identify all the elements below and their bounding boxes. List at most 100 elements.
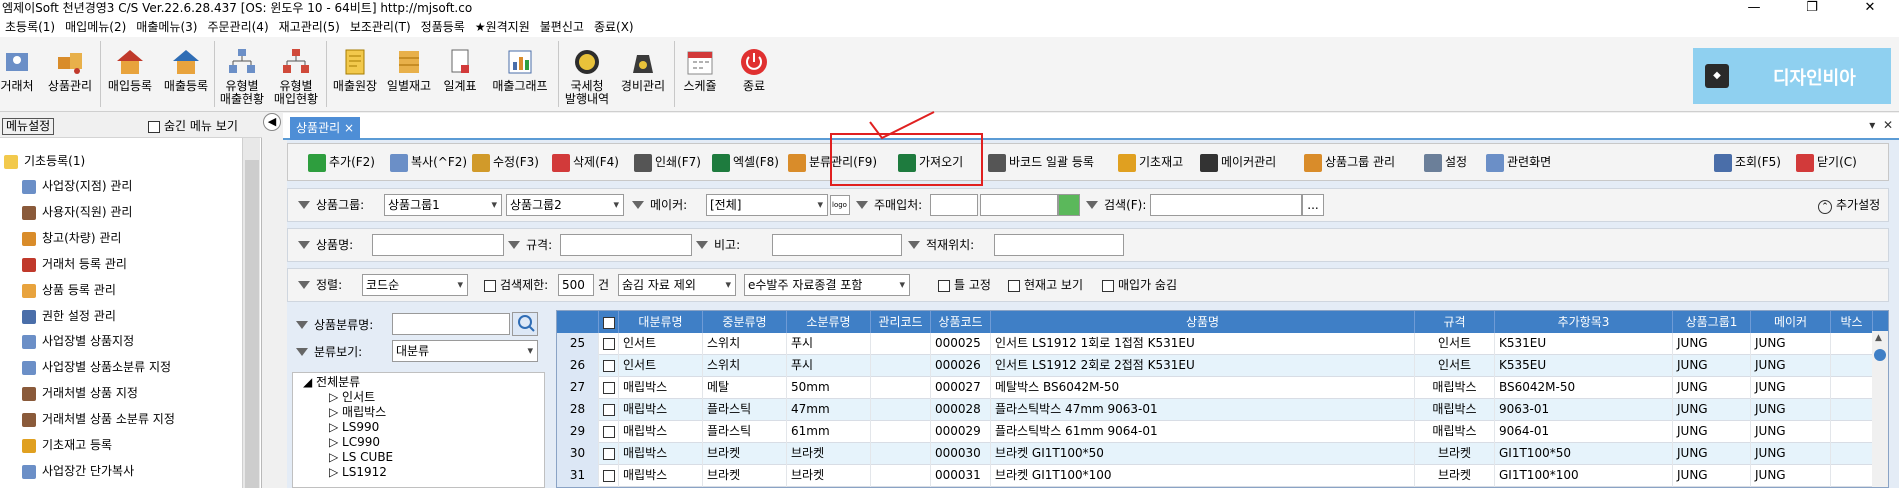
- menu-item-warehouse[interactable]: 창고(차량) 관리: [22, 228, 121, 248]
- price-hide-checkbox[interactable]: [1102, 279, 1114, 292]
- collapse-panel-icon[interactable]: ◀: [263, 113, 281, 131]
- vendor-lookup-button[interactable]: [1058, 194, 1080, 216]
- main-vendor-code-input[interactable]: [930, 194, 978, 216]
- tree-node[interactable]: ▷ LS1912: [329, 465, 387, 479]
- table-row[interactable]: 30 매립박스 브라켓 브라켓 000030 브라켓 GI1T100*50 브라켓 GI1T1…: [557, 443, 1888, 465]
- table-row[interactable]: 27 매립박스 메탈 50mm 000027 메탈박스 BS6042M-50 매립박스 BS6…: [557, 377, 1888, 399]
- menu-order[interactable]: 주문관리(4): [202, 18, 273, 37]
- menu-purchase[interactable]: 매입메뉴(2): [60, 18, 131, 37]
- row-checkbox[interactable]: [603, 359, 615, 372]
- tree-node[interactable]: ▷ LC990: [329, 435, 380, 449]
- menu-item-trader-product[interactable]: 거래처별 상품 지정: [22, 383, 138, 403]
- ribbon-tax-button[interactable]: 국세청 발행내역: [562, 47, 612, 106]
- header-group1[interactable]: 상품그룹1: [1673, 311, 1751, 333]
- tree-node[interactable]: ▷ 매립박스: [329, 405, 386, 419]
- grid-scrollbar[interactable]: ▲: [1872, 331, 1888, 487]
- menu-license[interactable]: 정품등록: [416, 18, 470, 37]
- header-product-code[interactable]: 상품코드: [931, 311, 991, 333]
- menu-item-product[interactable]: 상품 등록 관리: [22, 280, 116, 300]
- minimize-button[interactable]: —: [1725, 0, 1783, 18]
- ribbon-sales-button[interactable]: 매출등록: [160, 47, 212, 93]
- maker-select[interactable]: [전체]: [706, 194, 828, 216]
- search-browse-button[interactable]: ...: [1302, 194, 1324, 216]
- scroll-thumb[interactable]: [1874, 349, 1886, 361]
- menu-sales[interactable]: 매출메뉴(3): [131, 18, 202, 37]
- main-vendor-name-input[interactable]: [980, 194, 1058, 216]
- tab-close-all-icon[interactable]: ✕: [1883, 118, 1893, 132]
- menu-exit[interactable]: 종료(X): [589, 18, 639, 37]
- table-row[interactable]: 31 매립박스 브라켓 브라켓 000031 브라켓 GI1T100*100 브라켓 GI1T…: [557, 465, 1888, 487]
- tree-root[interactable]: ◢ 전체분류: [303, 375, 360, 389]
- row-checkbox[interactable]: [603, 337, 615, 350]
- menu-item-branch[interactable]: 사업장(지점) 관리: [22, 176, 132, 196]
- print-button[interactable]: 인쇄(F7): [634, 144, 701, 180]
- restore-button[interactable]: ❐: [1783, 0, 1841, 18]
- limit-toggle[interactable]: 검색제한:: [484, 277, 548, 293]
- related-screen-button[interactable]: 관련화면: [1486, 144, 1551, 180]
- header-manage-code[interactable]: 관리코드: [871, 311, 931, 333]
- menu-item-price-copy[interactable]: 사업장간 단가복사: [22, 461, 134, 481]
- header-minor-category[interactable]: 소분류명: [787, 311, 871, 333]
- header-box[interactable]: 박스: [1831, 311, 1873, 333]
- menu-stock[interactable]: 재고관리(5): [274, 18, 345, 37]
- copy-button[interactable]: 복사(^F2): [390, 144, 467, 180]
- row-checkbox[interactable]: [603, 381, 615, 394]
- ribbon-product-button[interactable]: 상품관리: [44, 47, 96, 93]
- select-all-checkbox[interactable]: [602, 316, 615, 329]
- group2-select[interactable]: 상품그룹2: [506, 194, 624, 216]
- limit-checkbox[interactable]: [484, 279, 496, 292]
- table-row[interactable]: 25 인서트 스위치 푸시 000025 인서트 LS1912 1회로 1접점 K531E…: [557, 333, 1888, 355]
- menu-item-permission[interactable]: 권한 설정 관리: [22, 306, 116, 326]
- menu-remote[interactable]: ★원격지원: [470, 18, 535, 37]
- ribbon-expense-button[interactable]: 경비관리: [618, 47, 668, 93]
- menu-item-trader[interactable]: 거래처 등록 관리: [22, 254, 127, 274]
- category-search-button[interactable]: [512, 312, 538, 336]
- left-panel-scrollbar[interactable]: [242, 138, 260, 488]
- search-input[interactable]: [1150, 194, 1302, 216]
- sort-select[interactable]: 코드순: [362, 274, 468, 296]
- scroll-up-icon[interactable]: ▲: [1875, 333, 1882, 343]
- tab-close-icon[interactable]: ×: [344, 121, 354, 135]
- fix-checkbox[interactable]: [938, 279, 950, 292]
- close-window-button[interactable]: ✕: [1841, 0, 1899, 18]
- stock-toggle[interactable]: 현재고 보기: [1008, 277, 1083, 293]
- ribbon-exit-button[interactable]: 종료: [736, 47, 772, 93]
- edit-button[interactable]: 수정(F3): [472, 144, 539, 180]
- stock-checkbox[interactable]: [1008, 279, 1020, 292]
- menu-item-base-stock[interactable]: 기초재고 등록: [22, 435, 112, 455]
- category-view-select[interactable]: 대분류: [392, 340, 538, 362]
- maker-manage-button[interactable]: 메이커관리: [1200, 144, 1276, 180]
- menu-basic[interactable]: 초등록(1): [0, 18, 60, 37]
- table-row[interactable]: 26 인서트 스위치 푸시 000026 인서트 LS1912 2회로 2접점 K531E…: [557, 355, 1888, 377]
- ribbon-ledger-button[interactable]: 매출원장: [330, 47, 380, 93]
- menu-aux[interactable]: 보조관리(T): [345, 18, 416, 37]
- menu-item-branch-category[interactable]: 사업장별 상품소분류 지정: [22, 357, 171, 377]
- row-checkbox[interactable]: [603, 447, 615, 460]
- tree-node[interactable]: ▷ 인서트: [329, 390, 375, 404]
- menu-item-user[interactable]: 사용자(직원) 관리: [22, 202, 132, 222]
- close-button[interactable]: 닫기(C): [1796, 144, 1857, 180]
- menu-group-basic[interactable]: 기초등록(1): [4, 151, 85, 171]
- header-maker[interactable]: 메이커: [1751, 311, 1831, 333]
- spec-input[interactable]: [560, 234, 692, 256]
- menu-item-branch-product[interactable]: 사업장별 상품지정: [22, 331, 134, 351]
- maker-logo-button[interactable]: logo: [830, 195, 850, 215]
- header-select-all[interactable]: [599, 311, 619, 333]
- note-input[interactable]: [772, 234, 902, 256]
- search-button[interactable]: 조회(F5): [1714, 144, 1781, 180]
- delete-button[interactable]: 삭제(F4): [552, 144, 619, 180]
- header-product-name[interactable]: 상품명: [991, 311, 1415, 333]
- ribbon-graph-button[interactable]: 매출그래프: [490, 47, 550, 93]
- ribbon-daily-report-button[interactable]: 일계표: [440, 47, 480, 93]
- hidden-data-select[interactable]: 숨김 자료 제외: [618, 274, 736, 296]
- header-middle-category[interactable]: 중분류명: [703, 311, 787, 333]
- location-input[interactable]: [994, 234, 1124, 256]
- tree-node[interactable]: ▷ LS990: [329, 420, 379, 434]
- header-extra3[interactable]: 추가항목3: [1495, 311, 1673, 333]
- product-name-input[interactable]: [372, 234, 504, 256]
- row-checkbox[interactable]: [603, 469, 615, 482]
- category-name-input[interactable]: [392, 313, 510, 335]
- table-row[interactable]: 29 매립박스 플라스틱 61mm 000029 플라스틱박스 61mm 9064-01 매…: [557, 421, 1888, 443]
- order-close-select[interactable]: e수발주 자료종결 포함: [744, 274, 910, 296]
- ribbon-purchase-type-button[interactable]: 유형별 매입현황: [270, 47, 322, 106]
